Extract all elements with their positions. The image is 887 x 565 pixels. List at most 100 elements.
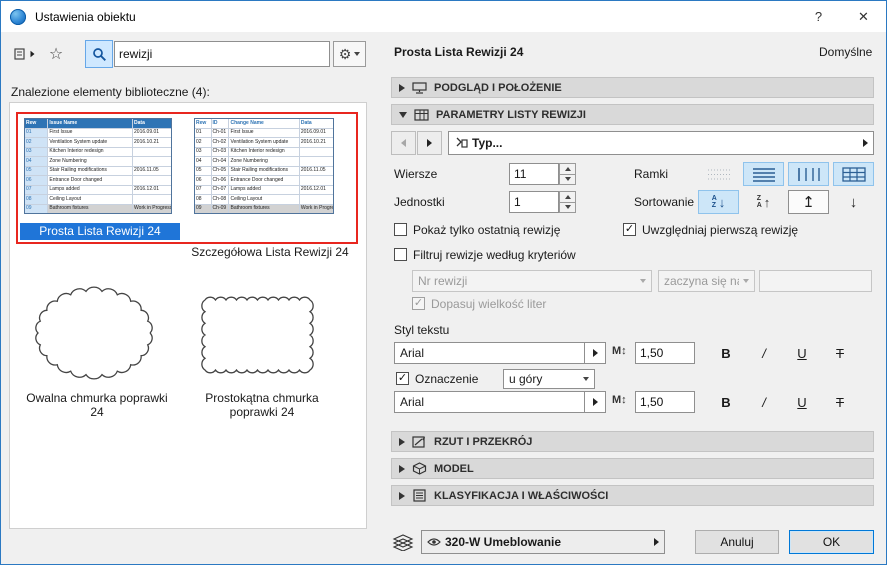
library-item-label-rect-cloud[interactable]: Prostokątna chmurka poprawki 24	[187, 391, 337, 419]
library-item-label-simple-list[interactable]: Prosta Lista Rewizji 24	[20, 223, 180, 240]
layer-selector-dropdown[interactable]: 320-W Umeblowanie	[421, 530, 665, 554]
frame-style-vertical-button[interactable]	[788, 162, 829, 186]
section-classification[interactable]: KLASYFIKACJA I WŁAŚCIWOŚCI	[391, 485, 874, 506]
sort-newest-bottom-button[interactable]: ↓	[833, 190, 874, 214]
arrow-up-icon: ↑	[764, 195, 771, 210]
classification-icon	[412, 489, 427, 502]
show-last-revision-label: Pokaż tylko ostatnią rewizję	[413, 223, 560, 237]
eye-icon	[427, 537, 441, 547]
italic-button[interactable]: /	[748, 391, 780, 413]
frame-horizontal-icon	[752, 167, 776, 182]
title-bar: Ustawienia obiektu ? ✕	[1, 1, 886, 32]
frame-style-grid-button[interactable]	[833, 162, 874, 186]
previous-type-button[interactable]	[391, 131, 416, 155]
include-first-revision-label: Uwzględniaj pierwszą rewizję	[642, 223, 798, 237]
check-icon: ✓	[414, 298, 423, 309]
bold-button[interactable]: B	[710, 342, 742, 364]
stepper-down-button[interactable]	[559, 203, 576, 214]
filter-field-dropdown[interactable]: Nr rewizji	[412, 270, 652, 292]
font-list-button[interactable]	[584, 392, 605, 412]
type-icon	[454, 137, 468, 150]
library-item-thumbnail-detailed-list[interactable]: RewIDChange NameData01Ch-01First Issue20…	[194, 118, 334, 214]
cancel-button[interactable]: Anuluj	[695, 530, 779, 554]
strikethrough-button[interactable]: T	[824, 391, 856, 413]
defaults-label[interactable]: Domyślne	[819, 45, 872, 59]
rows-stepper[interactable]	[559, 163, 576, 185]
text-style-label: Styl tekstu	[394, 323, 449, 337]
collapsed-arrow-icon	[399, 438, 405, 446]
arrow-right-icon	[654, 538, 659, 546]
search-input[interactable]	[114, 41, 330, 67]
gear-icon: ⚙	[339, 46, 352, 63]
arrow-right-icon	[427, 139, 432, 147]
collapsed-arrow-icon	[399, 465, 405, 473]
search-settings-button[interactable]: ⚙	[333, 41, 366, 67]
library-view-button[interactable]	[9, 41, 39, 67]
marker-font-dropdown[interactable]: Arial	[394, 391, 606, 413]
library-item-thumbnail-rect-cloud[interactable]	[195, 291, 320, 381]
units-stepper[interactable]	[559, 191, 576, 213]
bold-button[interactable]: B	[710, 391, 742, 413]
section-plan-section[interactable]: RZUT I PRZEKRÓJ	[391, 431, 874, 452]
search-results-label: Znalezione elementy biblioteczne (4):	[11, 85, 210, 99]
section-preview-position[interactable]: PODGLĄD I POŁOŻENIE	[391, 77, 874, 98]
library-item-thumbnail-simple-list[interactable]: RewIssue NameData01First Issue2016.09.01…	[24, 118, 172, 214]
font-list-button[interactable]	[584, 343, 605, 363]
chevron-down-icon	[354, 52, 360, 56]
library-item-label-oval-cloud[interactable]: Owalna chmurka poprawki 24	[22, 391, 172, 419]
section-revision-list-params[interactable]: PARAMETRY LISTY REWIZJI	[391, 104, 874, 125]
sort-descending-button[interactable]: ZA ↑	[743, 190, 784, 214]
rows-input[interactable]	[509, 163, 559, 185]
close-button[interactable]: ✕	[841, 1, 886, 32]
ok-button[interactable]: OK	[789, 530, 874, 554]
frame-style-horizontal-button[interactable]	[743, 162, 784, 186]
include-first-revision-checkbox[interactable]: ✓	[623, 223, 636, 236]
underline-button[interactable]: U	[786, 391, 818, 413]
frame-style-none-button[interactable]	[698, 162, 739, 186]
underline-button[interactable]: U	[786, 342, 818, 364]
stepper-up-button[interactable]	[559, 163, 576, 175]
library-item-thumbnail-oval-cloud[interactable]	[32, 283, 157, 383]
section-label: RZUT I PRZEKRÓJ	[434, 436, 532, 448]
layer-name: 320-W Umeblowanie	[445, 535, 650, 549]
library-items-list: RewIssue NameData01First Issue2016.09.01…	[9, 102, 367, 529]
primary-font-dropdown[interactable]: Arial	[394, 342, 606, 364]
rows-label: Wiersze	[394, 167, 437, 181]
arrow-down-icon: ↓	[719, 195, 726, 210]
section-label: MODEL	[434, 463, 474, 475]
next-type-button[interactable]	[417, 131, 442, 155]
check-icon: ✓	[398, 373, 407, 384]
primary-size-input[interactable]	[635, 342, 695, 364]
stepper-up-button[interactable]	[559, 191, 576, 203]
type-selector-dropdown[interactable]: Typ...	[448, 131, 874, 155]
section-label: PARAMETRY LISTY REWIZJI	[436, 109, 586, 121]
strikethrough-button[interactable]: T	[824, 342, 856, 364]
help-button[interactable]: ?	[796, 1, 841, 32]
filter-revisions-checkbox[interactable]	[394, 248, 407, 261]
library-item-label-detailed-list[interactable]: Szczegółowa Lista Rewizji 24	[182, 245, 358, 259]
filter-value-input[interactable]	[759, 270, 872, 292]
marker-checkbox[interactable]: ✓	[396, 372, 409, 385]
search-mode-button[interactable]	[85, 40, 113, 68]
type-selector-label: Typ...	[472, 136, 859, 150]
chevron-right-icon	[30, 51, 34, 57]
match-case-label: Dopasuj wielkość liter	[431, 297, 546, 311]
section-model[interactable]: MODEL	[391, 458, 874, 479]
units-input[interactable]	[509, 191, 559, 213]
favorites-button[interactable]: ☆	[43, 41, 69, 67]
app-icon	[10, 9, 26, 25]
preview-position-icon	[412, 82, 427, 94]
marker-size-input[interactable]	[635, 391, 695, 413]
stepper-down-button[interactable]	[559, 175, 576, 186]
sort-ascending-button[interactable]: AZ ↓	[698, 190, 739, 214]
italic-button[interactable]: /	[748, 342, 780, 364]
filter-operator-dropdown[interactable]: zaczyna się na	[658, 270, 755, 292]
sorting-label: Sortowanie	[634, 195, 694, 209]
match-case-checkbox[interactable]: ✓	[412, 297, 425, 310]
show-last-revision-checkbox[interactable]	[394, 223, 407, 236]
search-icon	[92, 47, 107, 62]
arrow-up-icon	[565, 167, 571, 171]
primary-font-value: Arial	[400, 346, 580, 360]
sort-newest-top-button[interactable]: ↥	[788, 190, 829, 214]
marker-position-dropdown[interactable]: u góry	[503, 369, 595, 389]
